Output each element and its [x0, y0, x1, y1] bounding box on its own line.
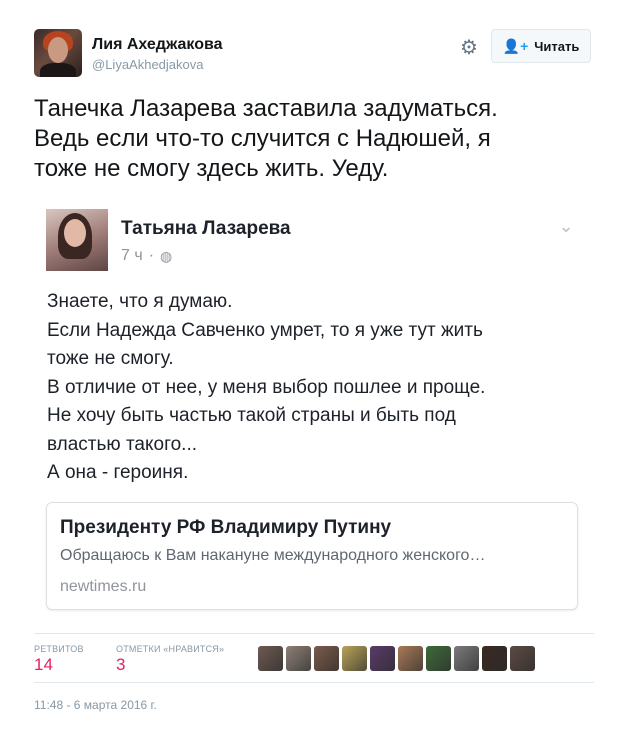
embedded-author-avatar: [46, 209, 108, 271]
follow-button[interactable]: 👤+ Читать: [491, 29, 591, 63]
author-name[interactable]: Лия Ахеджакова: [92, 36, 222, 54]
liker-avatar[interactable]: [398, 646, 423, 671]
stats-divider-top: [34, 633, 594, 634]
link-title: Президенту РФ Владимиру Путину: [60, 517, 392, 538]
avatar-face-shape: [48, 37, 68, 63]
liker-avatar[interactable]: [482, 646, 507, 671]
liker-avatar[interactable]: [342, 646, 367, 671]
liker-avatar[interactable]: [258, 646, 283, 671]
author-avatar[interactable]: [34, 29, 82, 77]
embedded-post-time: 7 ч: [121, 247, 143, 264]
link-description: Обращаюсь к Вам накануне международного …: [60, 547, 486, 564]
add-user-icon: 👤+: [502, 38, 529, 54]
tweet: Лия Ахеджакова @LiyaAkhedjakova ⚙ 👤+ Чит…: [0, 0, 635, 729]
embedded-author-name: Татьяна Лазарева: [121, 218, 291, 239]
embedded-post-body: Знаете, что я думаю. Если Надежда Савчен…: [47, 291, 486, 483]
embedded-screenshot[interactable]: Татьяна Лазарева 7 ч · ◍ ⌄ Знаете, что я…: [34, 196, 604, 626]
likes-count[interactable]: 3: [116, 655, 125, 675]
tweet-timestamp[interactable]: 11:48 - 6 марта 2016 г.: [34, 698, 157, 712]
retweets-count[interactable]: 14: [34, 655, 53, 675]
meta-separator: ·: [148, 247, 155, 264]
link-preview-card: Президенту РФ Владимиру Путину Обращаюсь…: [46, 502, 578, 610]
link-domain: newtimes.ru: [60, 578, 147, 595]
gear-icon[interactable]: ⚙: [458, 37, 480, 59]
globe-icon: ◍: [160, 247, 173, 264]
retweets-label[interactable]: РЕТВИТОВ: [34, 644, 84, 654]
liker-avatar[interactable]: [370, 646, 395, 671]
follow-button-label: Читать: [534, 38, 580, 54]
liker-avatar[interactable]: [314, 646, 339, 671]
avatar-body-shape: [40, 63, 76, 77]
chevron-down-icon: ⌄: [558, 216, 574, 236]
liker-avatar[interactable]: [454, 646, 479, 671]
liker-avatar[interactable]: [286, 646, 311, 671]
likes-label[interactable]: ОТМЕТКИ «НРАВИТСЯ»: [116, 644, 224, 654]
embedded-post-meta: 7 ч · ◍: [121, 247, 172, 265]
liker-avatar[interactable]: [426, 646, 451, 671]
tweet-text: Танечка Лазарева заставила задуматься. В…: [34, 95, 498, 182]
liker-avatar[interactable]: [510, 646, 535, 671]
author-handle[interactable]: @LiyaAkhedjakova: [92, 57, 203, 72]
likers-avatars: [258, 646, 535, 671]
embedded-avatar-face-shape: [64, 219, 86, 247]
stats-divider-bottom: [34, 682, 594, 683]
